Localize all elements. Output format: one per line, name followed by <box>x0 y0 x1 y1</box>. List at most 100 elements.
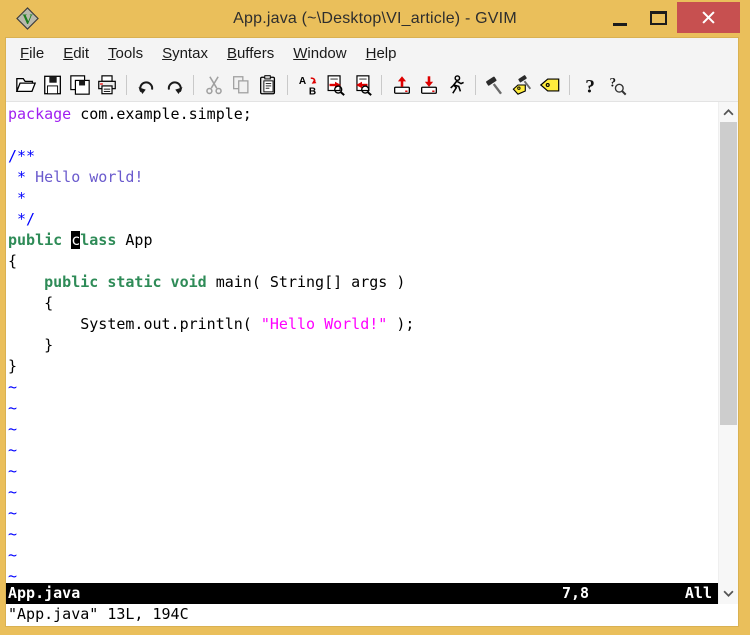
paste-icon <box>257 74 279 96</box>
menu-buffers[interactable]: Buffers <box>219 42 282 65</box>
save-all-icon <box>69 74 91 96</box>
toolbar-run-script-button[interactable] <box>442 72 469 98</box>
code-line[interactable]: { <box>8 251 718 272</box>
find-next-icon <box>324 74 346 96</box>
toolbar-separator <box>381 75 382 95</box>
redo-icon <box>163 74 185 96</box>
code-line[interactable]: ~ <box>8 419 718 440</box>
code-line[interactable]: ~ <box>8 566 718 583</box>
code-line[interactable]: ~ <box>8 440 718 461</box>
toolbar-save-session-button[interactable] <box>415 72 442 98</box>
toolbar-find-help-button[interactable]: ? <box>603 72 630 98</box>
code-line[interactable]: ~ <box>8 545 718 566</box>
code-token: ~ <box>8 399 17 417</box>
code-token: ~ <box>8 525 17 543</box>
code-line[interactable]: ~ <box>8 398 718 419</box>
toolbar-open-button[interactable] <box>12 72 39 98</box>
make-icon <box>485 74 507 96</box>
toolbar-make-button[interactable] <box>482 72 509 98</box>
toolbar-run-ctags-button[interactable] <box>509 72 536 98</box>
code-line[interactable]: package com.example.simple; <box>8 104 718 125</box>
code-line[interactable]: public class App <box>8 230 718 251</box>
code-line[interactable] <box>8 125 718 146</box>
toolbar-paste-button[interactable] <box>254 72 281 98</box>
scrollbar-thumb[interactable] <box>720 122 737 425</box>
toolbar-find-replace-button[interactable]: AB <box>294 72 321 98</box>
code-token: ~ <box>8 504 17 522</box>
find-help-icon: ? <box>606 74 628 96</box>
close-button[interactable] <box>677 2 740 33</box>
toolbar-help-button[interactable]: ? <box>576 72 603 98</box>
toolbar-save-all-button[interactable] <box>66 72 93 98</box>
code-line[interactable]: } <box>8 335 718 356</box>
scrollbar-up-arrow[interactable] <box>719 103 738 122</box>
menu-window[interactable]: Window <box>285 42 354 65</box>
menu-bar: FileEditToolsSyntaxBuffersWindowHelp <box>6 38 738 68</box>
code-token: ~ <box>8 483 17 501</box>
title-bar[interactable]: V App.java (~\Desktop\VI_article) - GVIM <box>0 0 750 38</box>
menu-help[interactable]: Help <box>358 42 405 65</box>
status-filename: App.java <box>8 584 80 602</box>
code-line[interactable]: ~ <box>8 461 718 482</box>
toolbar-separator <box>475 75 476 95</box>
code-line[interactable]: /** <box>8 146 718 167</box>
code-line[interactable]: * <box>8 188 718 209</box>
code-line[interactable]: } <box>8 356 718 377</box>
code-token: lass <box>80 231 116 249</box>
code-line[interactable]: * Hello world! <box>8 167 718 188</box>
maximize-button[interactable] <box>639 2 677 33</box>
open-icon <box>15 74 37 96</box>
toolbar-copy-button <box>227 72 254 98</box>
toolbar-print-button[interactable] <box>93 72 120 98</box>
help-icon: ? <box>579 74 601 96</box>
code-line[interactable]: System.out.println( "Hello World!" ); <box>8 314 718 335</box>
toolbar-find-prev-button[interactable] <box>348 72 375 98</box>
toolbar: AB?? <box>6 68 738 102</box>
print-icon <box>96 74 118 96</box>
menu-file[interactable]: File <box>12 42 52 65</box>
code-token: { <box>8 252 17 270</box>
scrollbar[interactable] <box>718 102 738 604</box>
code-token: com.example.simple; <box>71 105 252 123</box>
code-line[interactable]: public static void main( String[] args ) <box>8 272 718 293</box>
toolbar-save-button[interactable] <box>39 72 66 98</box>
toolbar-undo-button[interactable] <box>133 72 160 98</box>
minimize-button[interactable] <box>601 2 639 33</box>
scrollbar-down-arrow[interactable] <box>719 584 738 603</box>
cut-icon <box>203 74 225 96</box>
status-line: App.java7,8All <box>6 583 718 604</box>
menu-syntax[interactable]: Syntax <box>154 42 216 65</box>
code-token: App <box>116 231 152 249</box>
svg-text:V: V <box>22 12 33 28</box>
code-line[interactable]: { <box>8 293 718 314</box>
main-area: package com.example.simple; /** * Hello … <box>6 102 738 604</box>
editor-column: package com.example.simple; /** * Hello … <box>6 102 718 604</box>
code-token: ~ <box>8 567 17 583</box>
vim-app-icon[interactable]: V <box>16 7 39 30</box>
toolbar-load-session-button[interactable] <box>388 72 415 98</box>
editor-area[interactable]: package com.example.simple; /** * Hello … <box>6 102 718 583</box>
maximize-icon <box>650 11 667 25</box>
load-session-icon <box>391 74 413 96</box>
code-token: */ <box>8 210 35 228</box>
menu-edit[interactable]: Edit <box>55 42 97 65</box>
toolbar-separator <box>193 75 194 95</box>
menu-tools[interactable]: Tools <box>100 42 151 65</box>
code-line[interactable]: ~ <box>8 524 718 545</box>
toolbar-find-next-button[interactable] <box>321 72 348 98</box>
code-line[interactable]: ~ <box>8 503 718 524</box>
close-icon <box>702 11 715 24</box>
copy-icon <box>230 74 252 96</box>
toolbar-redo-button[interactable] <box>160 72 187 98</box>
undo-icon <box>136 74 158 96</box>
vim-logo-icon: V <box>16 7 39 30</box>
find-prev-icon <box>351 74 373 96</box>
code-line[interactable]: ~ <box>8 377 718 398</box>
run-ctags-icon <box>512 74 534 96</box>
command-line[interactable]: "App.java" 13L, 194C <box>6 604 738 626</box>
code-line[interactable]: ~ <box>8 482 718 503</box>
toolbar-cut-button <box>200 72 227 98</box>
code-token: ~ <box>8 462 17 480</box>
toolbar-tag-jump-button[interactable] <box>536 72 563 98</box>
code-line[interactable]: */ <box>8 209 718 230</box>
